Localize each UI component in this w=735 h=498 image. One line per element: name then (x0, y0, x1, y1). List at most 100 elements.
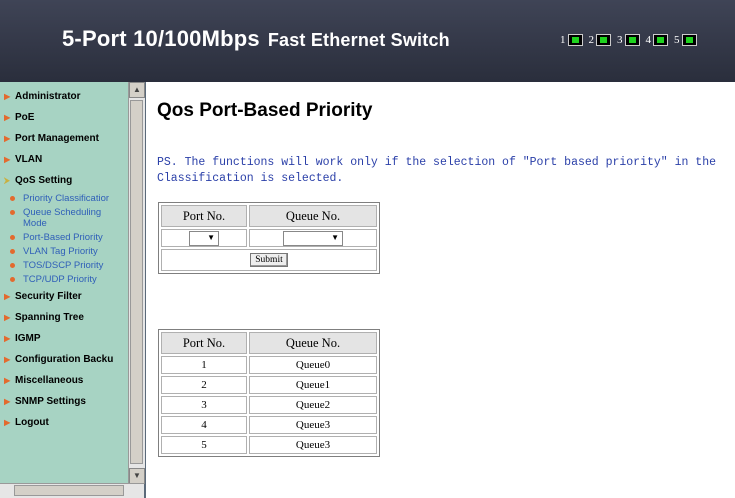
submenu-label: TOS/DSCP Priority (23, 260, 104, 271)
port-led-icon (653, 34, 668, 46)
port-priority-config-table: Port No. Queue No. ▼ ▼ Submit (158, 202, 380, 274)
row-port: 2 (161, 376, 247, 394)
port-select[interactable]: ▼ (189, 230, 219, 246)
row-port: 4 (161, 416, 247, 434)
config-cell-port: ▼ (161, 229, 247, 247)
device-title: 5-Port 10/100Mbps Fast Ethernet Switch (62, 26, 450, 52)
sidebar-item-configuration-backup[interactable]: ▶ Configuration Backu (4, 349, 128, 370)
arrow-right-icon: ▶ (4, 292, 11, 301)
port-number: 1 (560, 34, 566, 46)
sidebar-item-snmp-settings[interactable]: ▶ SNMP Settings (4, 391, 128, 412)
submenu-label: Port-Based Priority (23, 232, 103, 243)
port-number: 3 (617, 34, 623, 46)
port-status-1: 1 (560, 34, 583, 46)
arrow-right-icon: ▶ (4, 313, 11, 322)
chevron-down-icon: ▼ (207, 232, 215, 242)
submenu-vlan-tag-priority[interactable]: VLAN Tag Priority (4, 244, 128, 258)
port-status-4: 4 (646, 34, 668, 46)
table-row: 2 Queue1 (161, 376, 377, 394)
sidebar-item-administrator[interactable]: ▶ Administrator (4, 86, 128, 107)
port-status-3: 3 (617, 34, 640, 46)
port-led-icon (596, 34, 611, 46)
sidebar-horizontal-scrollbar[interactable] (0, 483, 144, 498)
row-queue: Queue2 (249, 396, 377, 414)
submenu-label: Queue Scheduling Mode (23, 207, 102, 229)
row-queue: Queue0 (249, 356, 377, 374)
sidebar-item-logout[interactable]: ▶ Logout (4, 412, 128, 433)
port-status-2: 2 (588, 34, 611, 46)
status-header-queue: Queue No. (249, 332, 377, 354)
table-row: 1 Queue0 (161, 356, 377, 374)
arrow-right-icon: ▶ (4, 334, 11, 343)
status-header-port: Port No. (161, 332, 247, 354)
sidebar-item-port-management[interactable]: ▶ Port Management (4, 128, 128, 149)
scroll-thumb[interactable] (130, 100, 143, 464)
sidebar-item-spanning-tree[interactable]: ▶ Spanning Tree (4, 307, 128, 328)
hscroll-thumb[interactable] (14, 485, 124, 496)
submenu-label: TCP/UDP Priority (23, 274, 97, 285)
arrow-right-icon: ▶ (4, 134, 11, 143)
sidebar-item-label: Port Management (15, 133, 99, 144)
sidebar-item-miscellaneous[interactable]: ▶ Miscellaneous (4, 370, 128, 391)
submenu-priority-classification[interactable]: Priority Classificatior (4, 191, 128, 205)
device-title-sub: Fast Ethernet Switch (267, 30, 450, 50)
bullet-icon (10, 263, 15, 268)
arrow-right-icon: ▶ (4, 113, 11, 122)
sidebar-item-qos-setting[interactable]: ⮞ QoS Setting (4, 170, 128, 191)
sidebar-item-igmp[interactable]: ▶ IGMP (4, 328, 128, 349)
bullet-icon (10, 210, 15, 215)
sidebar-item-label: Administrator (15, 91, 81, 102)
table-row: 3 Queue2 (161, 396, 377, 414)
row-port: 5 (161, 436, 247, 454)
row-queue: Queue1 (249, 376, 377, 394)
config-cell-submit: Submit (161, 249, 377, 271)
row-port: 3 (161, 396, 247, 414)
info-note: PS. The functions will work only if the … (157, 155, 716, 187)
config-header-port: Port No. (161, 205, 247, 227)
arrow-open-icon: ⮞ (4, 175, 10, 185)
submit-button[interactable]: Submit (250, 253, 288, 267)
sidebar-vertical-scrollbar[interactable]: ▲ ▼ (128, 82, 145, 484)
port-led-icon (624, 34, 640, 46)
queue-select[interactable]: ▼ (283, 230, 343, 246)
table-row: 5 Queue3 (161, 436, 377, 454)
sidebar-item-security-filter[interactable]: ▶ Security Filter (4, 286, 128, 307)
arrow-right-icon: ▶ (4, 92, 11, 101)
submenu-queue-scheduling-mode[interactable]: Queue Scheduling Mode (4, 205, 128, 230)
sidebar-item-vlan[interactable]: ▶ VLAN (4, 149, 128, 170)
info-note-line-1: PS. The functions will work only if the … (157, 156, 716, 169)
submenu-label: VLAN Tag Priority (23, 246, 98, 257)
submenu-port-based-priority[interactable]: Port-Based Priority (4, 230, 128, 244)
submenu-tcp-udp-priority[interactable]: TCP/UDP Priority (4, 272, 128, 286)
sidebar-item-label: VLAN (15, 154, 43, 165)
port-priority-status-table: Port No. Queue No. 1 Queue0 2 Queue1 3 Queu… (158, 329, 380, 457)
row-queue: Queue3 (249, 436, 377, 454)
sidebar-menu: ▶ Administrator ▶ PoE ▶ Port Management ▶ VL… (0, 82, 146, 498)
sidebar-item-label: Security Filter (15, 291, 82, 302)
scroll-down-icon[interactable]: ▼ (129, 468, 145, 484)
submenu-label: Priority Classificatior (23, 193, 110, 204)
bullet-icon (10, 249, 15, 254)
sidebar-item-label: Logout (15, 417, 49, 428)
sidebar-item-label: SNMP Settings (15, 396, 86, 407)
sidebar-item-poe[interactable]: ▶ PoE (4, 107, 128, 128)
scroll-up-icon[interactable]: ▲ (129, 82, 145, 98)
sidebar-list: ▶ Administrator ▶ PoE ▶ Port Management ▶ VL… (4, 86, 128, 433)
main-content: Qos Port-Based Priority PS. The function… (148, 82, 735, 498)
header-banner: 5-Port 10/100Mbps Fast Ethernet Switch 1 … (0, 0, 735, 82)
chevron-down-icon: ▼ (331, 232, 339, 242)
device-title-main: 5-Port 10/100Mbps (62, 26, 260, 51)
port-led-icon (567, 34, 583, 46)
sidebar-item-label: Configuration Backu (15, 354, 114, 365)
arrow-right-icon: ▶ (4, 418, 11, 427)
arrow-right-icon: ▶ (4, 155, 11, 164)
config-cell-queue: ▼ (249, 229, 377, 247)
submenu-tos-dscp-priority[interactable]: TOS/DSCP Priority (4, 258, 128, 272)
port-status-panel: 1 2 3 4 5 (560, 34, 697, 46)
port-number: 2 (588, 34, 595, 46)
bullet-icon (10, 196, 15, 201)
table-row: 4 Queue3 (161, 416, 377, 434)
sidebar-item-label: IGMP (15, 333, 41, 344)
port-status-5: 5 (674, 34, 697, 46)
arrow-right-icon: ▶ (4, 376, 11, 385)
